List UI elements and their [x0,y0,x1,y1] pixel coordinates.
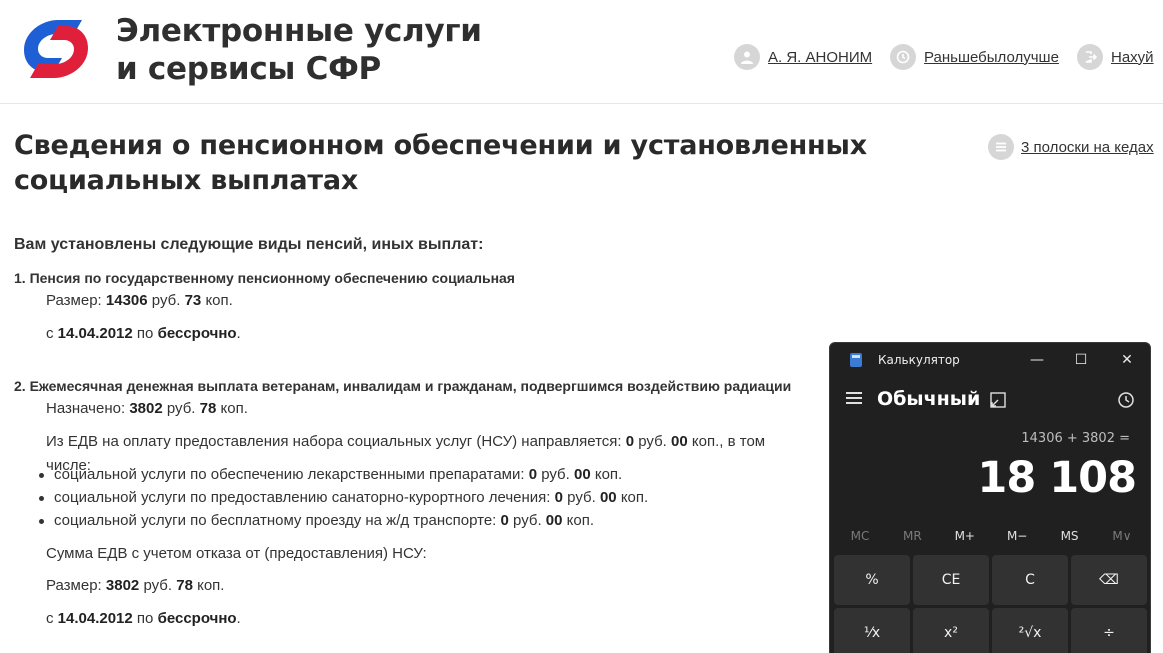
pension2-size: Размер: 3802 руб. 78 коп. [14,574,814,598]
list-item: социальной услуги по предоставлению сана… [38,486,814,509]
user-profile-link[interactable]: А. Я. АНОНИМ [734,44,872,70]
size-label: Размер: [46,577,102,594]
intro-text: Вам установлены следующие виды пенсий, и… [14,236,484,253]
nsu-text: Из ЕДВ на оплату предоставления набора с… [14,430,814,474]
rub-unit: руб. [638,433,667,450]
kop-unit: коп. [220,400,248,417]
memory-row: MC MR M+ M− MS M∨ [834,529,1148,547]
memory-store-button[interactable]: MS [1044,529,1096,547]
close-button[interactable]: ✕ [1116,349,1138,371]
pension1-size: Размер: 14306 руб. 73 коп. [14,289,814,313]
list-item: социальной услуги по обеспечению лекарст… [38,463,814,486]
calculator-expression: 14306 + 3802 = [1021,431,1130,446]
list-icon [988,134,1014,160]
pension2-title: 2. Ежемесячная денежная выплата ветерана… [14,378,792,394]
nsu-label: Из ЕДВ на оплату предоставления набора с… [46,433,622,450]
pension2-assigned: Назначено: 3802 руб. 78 коп. [14,397,814,421]
history-icon [890,44,916,70]
user-icon [734,44,760,70]
pension2-size-rub: 3802 [105,577,140,594]
calculator-app-icon [850,353,862,367]
logout-link-label: Нахуй [1111,48,1154,66]
rub-unit: руб. [166,400,196,417]
list-item: социальной услуги по бесплатному проезду… [38,509,814,532]
clear-key[interactable]: C [992,555,1068,605]
hamburger-menu-icon[interactable] [846,391,866,407]
square-root-key[interactable]: ²√x [992,608,1068,653]
logout-icon [1077,44,1103,70]
assigned-label: Назначено: [46,400,126,417]
side-menu-link[interactable]: 3 полоски на кедах [988,134,1154,160]
memory-add-button[interactable]: M+ [939,529,991,547]
memory-recall-button[interactable]: MR [886,529,938,547]
nsu-rub: 0 [625,433,635,450]
kop-unit: коп. [205,292,233,309]
site-title: Электронные услуги и сервисы СФР [116,12,482,88]
rub-unit: руб. [151,292,181,309]
pension2-kop: 78 [199,400,217,417]
maximize-button[interactable]: ☐ [1070,349,1092,371]
page-title: Сведения о пенсионном обеспечении и уста… [14,130,867,196]
pension1-to-value: бессрочно [157,325,237,342]
square-key[interactable]: x² [913,608,989,653]
pension1-kop: 73 [184,292,202,309]
pension1-rub: 14306 [105,292,148,309]
calculator-titlebar[interactable]: Калькулятор — ☐ ✕ [830,343,1150,377]
backspace-key[interactable]: ⌫ [1071,555,1147,605]
pension2-size-kop: 78 [176,577,193,594]
memory-subtract-button[interactable]: M− [991,529,1043,547]
from-label: с [46,610,54,627]
calculator-keypad: % CE C ⌫ ⅟x x² ²√x ÷ [834,555,1148,653]
nsu-kop: 00 [671,433,688,450]
payments-content: Вам установлены следующие виды пенсий, и… [14,226,814,631]
memory-clear-button[interactable]: MC [834,529,886,547]
clear-entry-key[interactable]: CE [913,555,989,605]
kop-unit: коп. [197,577,225,594]
keep-on-top-icon[interactable] [989,391,1007,409]
pension2-to-value: бессрочно [157,610,237,627]
logout-link[interactable]: Нахуй [1077,44,1154,70]
size-label: Размер: [46,292,102,309]
history-link-label: Раньшебылолучше [924,48,1059,66]
kop-unit: коп. [691,433,720,450]
calculator-mode: Обычный [877,388,981,410]
calculator-result: 18 108 [977,453,1137,503]
pension1-title: 1. Пенсия по государственному пенсионном… [14,270,515,286]
divide-key[interactable]: ÷ [1071,608,1147,653]
pension1-from-date: 14.04.2012 [57,325,133,342]
memory-list-button[interactable]: M∨ [1096,529,1148,547]
rub-unit: руб. [143,577,173,594]
site-header: Электронные услуги и сервисы СФР А. Я. А… [0,0,1163,104]
to-label: по [136,610,154,627]
side-menu-link-label: 3 полоски на кедах [1021,138,1154,156]
history-icon[interactable] [1116,390,1136,410]
to-label: по [136,325,154,342]
history-link[interactable]: Раньшебылолучше [890,44,1059,70]
reciprocal-key[interactable]: ⅟x [834,608,910,653]
from-label: с [46,325,54,342]
nsu-services-list: социальной услуги по обеспечению лекарст… [14,463,814,532]
minimize-button[interactable]: — [1026,349,1048,371]
user-name: А. Я. АНОНИМ [768,48,873,66]
pension2-from-date: 14.04.2012 [57,610,133,627]
site-title-line1: Электронные услуги [116,13,482,49]
sum-text: Сумма ЕДВ с учетом отказа от (предоставл… [46,545,427,562]
calculator-window[interactable]: Калькулятор — ☐ ✕ Обычный 14306 + 3802 =… [829,342,1151,653]
site-title-line2: и сервисы СФР [116,51,381,87]
pension1-period: с 14.04.2012 по бессрочно. [46,325,241,342]
calculator-title: Калькулятор [878,353,960,367]
pension2-rub: 3802 [129,400,163,417]
sfr-logo[interactable] [14,14,98,84]
pension2-period: с 14.04.2012 по бессрочно. [46,610,241,627]
percent-key[interactable]: % [834,555,910,605]
